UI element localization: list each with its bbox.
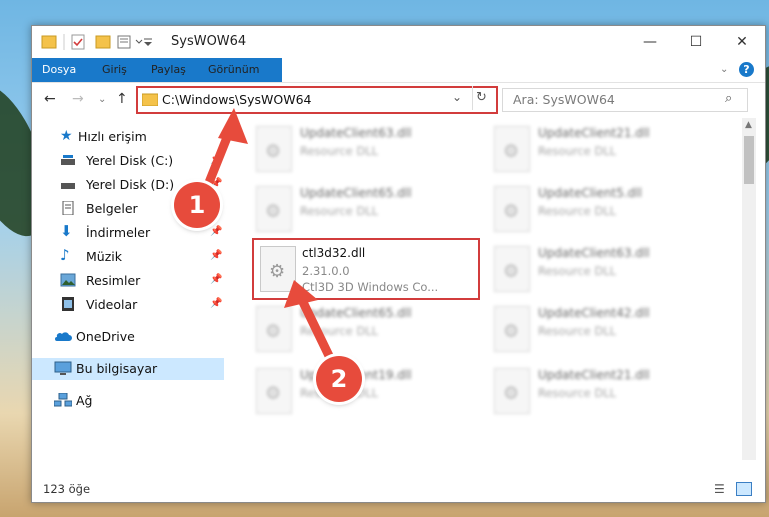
maximize-button[interactable]: ☐ bbox=[673, 26, 719, 58]
step-badge-2: 2 bbox=[316, 356, 362, 402]
forward-button[interactable]: → bbox=[72, 91, 84, 107]
file-type: Resource DLL bbox=[538, 144, 617, 158]
sidebar-item-onedrive[interactable]: OneDrive bbox=[32, 326, 224, 348]
file-version: 2.31.0.0 bbox=[302, 264, 350, 278]
ribbon: Dosya Giriş Paylaş Görünüm ⌄ ? bbox=[32, 58, 765, 83]
navigation-bar: ← → ⌄ ↑ C:\Windows\SysWOW64 ⌄ ↻ Ara: Sys… bbox=[32, 82, 765, 116]
file-name: UpdateClient21.dll bbox=[538, 368, 650, 382]
file-name: ctl3d32.dll bbox=[302, 246, 366, 260]
address-dropdown-icon[interactable]: ⌄ bbox=[452, 90, 462, 104]
item-count: 123 öğe bbox=[43, 482, 91, 496]
tab-home[interactable]: Giriş bbox=[102, 61, 127, 79]
close-button[interactable]: ✕ bbox=[719, 26, 765, 58]
file-item[interactable]: UpdateClient5.dll Resource DLL bbox=[490, 182, 720, 238]
file-name: UpdateClient65.dll bbox=[300, 186, 412, 200]
title-bar: SysWOW64 — ☐ ✕ bbox=[32, 26, 765, 58]
music-icon: ♪ bbox=[60, 246, 70, 264]
sidebar-item-pictures[interactable]: Resimler 📌 bbox=[32, 270, 224, 292]
file-type: Resource DLL bbox=[538, 204, 617, 218]
file-type: Resource DLL bbox=[538, 264, 617, 278]
close-icon: ✕ bbox=[736, 34, 748, 50]
file-name: UpdateClient42.dll bbox=[538, 306, 650, 320]
sidebar-item-label: Videolar bbox=[86, 297, 138, 312]
documents-icon bbox=[60, 200, 76, 216]
divider bbox=[472, 86, 473, 110]
scroll-up-icon[interactable]: ▲ bbox=[745, 120, 752, 130]
back-button[interactable]: ← bbox=[44, 91, 56, 107]
file-name: UpdateClient21.dll bbox=[538, 126, 650, 140]
chevron-down-icon[interactable]: ⌄ bbox=[720, 64, 728, 75]
search-box[interactable]: Ara: SysWOW64 ⌕ bbox=[502, 88, 748, 112]
maximize-icon: ☐ bbox=[689, 34, 703, 50]
pin-icon[interactable]: 📌 bbox=[210, 274, 222, 285]
scroll-thumb[interactable] bbox=[744, 136, 754, 184]
step-badge-1: 1 bbox=[174, 182, 220, 228]
cloud-icon bbox=[54, 329, 72, 343]
search-input[interactable]: Ara: SysWOW64 bbox=[513, 92, 615, 107]
file-type: Resource DLL bbox=[538, 386, 617, 400]
pictures-icon bbox=[60, 273, 76, 287]
file-item[interactable]: UpdateClient21.dll Resource DLL bbox=[490, 122, 720, 178]
question-icon[interactable]: ? bbox=[739, 62, 754, 77]
videos-icon bbox=[60, 297, 76, 311]
sidebar-item-label: OneDrive bbox=[76, 329, 135, 344]
window-title: SysWOW64 bbox=[171, 34, 247, 49]
explorer-window: SysWOW64 — ☐ ✕ Dosya Giriş Paylaş Görünü… bbox=[31, 25, 766, 503]
sidebar-item-label: Resimler bbox=[86, 273, 141, 288]
details-view-icon[interactable]: ☰ bbox=[714, 482, 725, 496]
network-icon bbox=[53, 392, 73, 407]
file-item[interactable]: UpdateClient63.dll Resource DLL bbox=[252, 122, 482, 178]
drive-icon bbox=[60, 177, 76, 191]
pin-icon[interactable]: 📌 bbox=[210, 298, 222, 309]
search-icon: ⌕ bbox=[725, 91, 733, 106]
sidebar-item-label: İndirmeler bbox=[86, 225, 151, 240]
sidebar-item-videos[interactable]: Videolar 📌 bbox=[32, 294, 224, 316]
dll-file-icon bbox=[494, 368, 530, 414]
status-bar: 123 öğe ☰ bbox=[32, 478, 765, 500]
file-item[interactable]: UpdateClient63.dll Resource DLL bbox=[490, 242, 720, 298]
vertical-scrollbar[interactable]: ▲ bbox=[742, 118, 756, 460]
sidebar-item-this-pc[interactable]: Bu bilgisayar bbox=[32, 358, 224, 380]
refresh-icon[interactable]: ↻ bbox=[476, 90, 487, 105]
star-icon: ★ bbox=[60, 128, 73, 144]
file-item[interactable]: UpdateClient21.dll Resource DLL bbox=[490, 364, 720, 420]
up-button[interactable]: ↑ bbox=[116, 91, 128, 107]
quick-access-toolbar[interactable] bbox=[40, 33, 160, 51]
pin-icon[interactable]: 📌 bbox=[210, 250, 222, 261]
sidebar-item-music[interactable]: ♪ Müzik 📌 bbox=[32, 246, 224, 268]
file-name: UpdateClient63.dll bbox=[300, 126, 412, 140]
file-item[interactable]: UpdateClient65.dll Resource DLL bbox=[252, 182, 482, 238]
sidebar-item-label: Müzik bbox=[86, 249, 122, 264]
file-name: UpdateClient63.dll bbox=[538, 246, 650, 260]
dll-file-icon bbox=[494, 126, 530, 172]
drive-icon bbox=[60, 153, 76, 167]
sidebar-item-network[interactable]: Ağ bbox=[32, 390, 224, 412]
dll-file-icon bbox=[494, 306, 530, 352]
sidebar-item-label: Ağ bbox=[76, 393, 93, 408]
folder-icon bbox=[142, 93, 158, 106]
downloads-icon: ⬇ bbox=[60, 222, 73, 240]
computer-icon bbox=[54, 361, 72, 375]
file-type: Resource DLL bbox=[300, 204, 379, 218]
sidebar-item-label: Bu bilgisayar bbox=[76, 361, 158, 376]
large-icons-view-icon[interactable] bbox=[736, 482, 752, 496]
recent-locations-button[interactable]: ⌄ bbox=[98, 94, 106, 105]
file-item[interactable]: UpdateClient42.dll Resource DLL bbox=[490, 302, 720, 358]
sidebar-item-label: Hızlı erişim bbox=[78, 129, 147, 144]
tab-share[interactable]: Paylaş bbox=[151, 61, 186, 79]
tab-view[interactable]: Görünüm bbox=[208, 61, 259, 79]
minimize-button[interactable]: — bbox=[627, 26, 673, 58]
sidebar-item-label: Belgeler bbox=[86, 201, 138, 216]
file-name: UpdateClient5.dll bbox=[538, 186, 642, 200]
minimize-icon: — bbox=[643, 34, 657, 50]
file-type: Resource DLL bbox=[538, 324, 617, 338]
dll-file-icon bbox=[494, 246, 530, 292]
file-type: Resource DLL bbox=[300, 144, 379, 158]
dll-file-icon bbox=[494, 186, 530, 232]
